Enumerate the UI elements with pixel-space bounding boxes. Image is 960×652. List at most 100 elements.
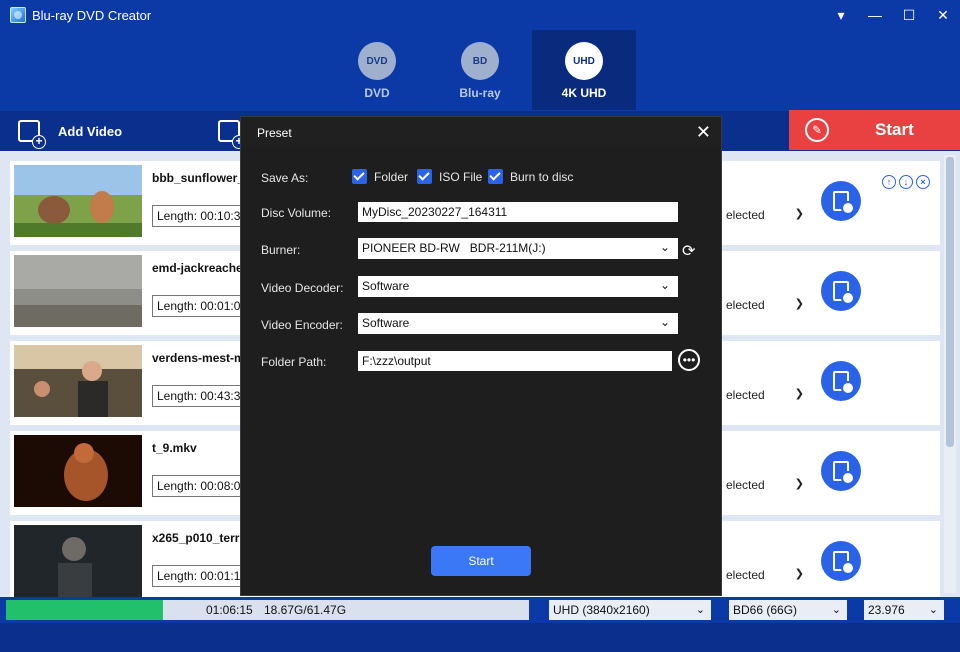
status-bar: 01:06:15 18.67G/61.47G UHD (3840x2160) ⌄ … [0,597,960,623]
edit-video-button[interactable] [821,451,861,491]
scrollbar[interactable] [944,155,956,593]
subtitle-select-value: elected [726,298,765,312]
add-video-button[interactable]: Add Video [18,111,122,151]
save-as-iso-checkbox[interactable]: ISO File [417,169,482,184]
chevron-down-icon: ⌄ [831,604,841,616]
folder-path-label: Folder Path: [261,355,327,369]
save-as-burn-checkbox[interactable]: Burn to disc [488,169,573,184]
checkbox-checked-icon [352,169,367,184]
video-thumbnail [14,255,142,327]
film-edit-icon [833,191,855,215]
chevron-down-icon: ❯ [794,478,804,490]
video-decoder-value: Software [362,279,410,293]
length-field: Length: 00:01:01 [152,295,244,317]
burner-select[interactable]: PIONEER BD-RW BDR-211M(J:) ⌄ [358,238,678,259]
video-encoder-value: Software [362,316,410,330]
edit-video-button[interactable] [821,181,861,221]
disc-usage-size: 18.67G/61.47G [264,603,347,617]
disc-usage-bar: 01:06:15 18.67G/61.47G [6,600,529,620]
edit-video-button[interactable] [821,541,861,581]
film-edit-icon [833,281,855,305]
tab-dvd-label: DVD [364,86,390,100]
disc-volume-input[interactable] [358,202,678,222]
dvd-disc-icon: DVD [358,42,396,80]
remove-icon[interactable]: × [916,175,930,189]
start-button[interactable]: ✎ Start [789,110,960,150]
scrollbar-thumb[interactable] [946,157,954,447]
resolution-select[interactable]: UHD (3840x2160) ⌄ [549,600,711,620]
tab-4k-uhd[interactable]: UHD 4K UHD [532,30,636,110]
file-name: x265_p010_terr [152,531,240,545]
save-as-label: Save As: [261,171,309,185]
window-controls: ▾ — ☐ ✕ [824,0,960,30]
checkbox-checked-icon [417,169,432,184]
tab-dvd[interactable]: DVD DVD [325,30,429,110]
frame-rate-select[interactable]: 23.976 ⌄ [864,600,944,620]
uhd-disc-icon: UHD [565,42,603,80]
add-video-icon [18,120,46,149]
video-encoder-label: Video Encoder: [261,318,343,332]
subtitle-select-value: elected [726,208,765,222]
subtitle-select[interactable]: elected ❯ [726,295,806,317]
video-encoder-select[interactable]: Software ⌄ [358,313,678,334]
edit-video-button[interactable] [821,271,861,311]
add-image-icon [218,120,246,149]
folder-path-input[interactable] [358,351,672,371]
file-name: verdens-mest-m [152,351,245,365]
chevron-down-icon: ❯ [794,568,804,580]
file-name: t_9.mkv [152,441,197,455]
maximize-icon[interactable]: ☐ [892,0,926,30]
subtitle-select[interactable]: elected ❯ [726,565,806,587]
preset-start-button[interactable]: Start [431,546,531,576]
file-name: emd-jackreache [152,261,243,275]
resolution-value: UHD (3840x2160) [553,603,650,617]
subtitle-select[interactable]: elected ❯ [726,205,806,227]
checkbox-label: Folder [374,169,409,184]
chevron-down-icon: ⌄ [928,604,938,616]
disc-volume-label: Disc Volume: [261,206,332,220]
chevron-down-icon: ⌄ [659,315,670,329]
menu-dropdown-icon[interactable]: ▾ [824,0,858,30]
frame-rate-value: 23.976 [868,603,905,617]
edit-video-button[interactable] [821,361,861,401]
disc-usage-fill [6,600,163,620]
video-decoder-label: Video Decoder: [261,281,344,295]
checkbox-label: Burn to disc [510,169,574,184]
preset-dialog-header: Preset ✕ [241,117,721,147]
minimize-icon[interactable]: — [858,0,892,30]
move-up-icon[interactable]: ↑ [882,175,896,189]
tab-bluray-label: Blu-ray [459,86,501,100]
save-as-folder-checkbox[interactable]: Folder [352,169,408,184]
bottom-strip [0,623,960,652]
film-edit-icon [833,371,855,395]
length-field: Length: 00:01:15 [152,565,244,587]
file-name: bbb_sunflower_ [152,171,245,185]
move-down-icon[interactable]: ↓ [899,175,913,189]
chevron-down-icon: ⌄ [659,278,670,292]
checkbox-label: ISO File [439,169,483,184]
length-field: Length: 00:10:34 [152,205,244,227]
add-video-label: Add Video [58,123,123,139]
disc-type-select[interactable]: BD66 (66G) ⌄ [729,600,847,620]
video-thumbnail [14,435,142,507]
browse-more-icon[interactable]: ••• [678,349,700,371]
disc-type-value: BD66 (66G) [733,603,798,617]
length-field: Length: 00:08:04 [152,475,244,497]
burner-value: PIONEER BD-RW BDR-211M(J:) [362,241,546,255]
subtitle-select[interactable]: elected ❯ [726,475,806,497]
bluray-disc-icon: BD [461,42,499,80]
subtitle-select-value: elected [726,478,765,492]
video-decoder-select[interactable]: Software ⌄ [358,276,678,297]
film-edit-icon [833,551,855,575]
close-icon[interactable]: ✕ [926,0,960,30]
tab-bluray[interactable]: BD Blu-ray [428,30,532,110]
subtitle-select[interactable]: elected ❯ [726,385,806,407]
video-thumbnail [14,345,142,417]
refresh-icon[interactable]: ⟳ [682,241,695,261]
preset-dialog: Preset ✕ Save As: Folder ISO File Burn t… [240,116,722,596]
start-button-label: Start [875,120,914,139]
app-title: Blu-ray DVD Creator [32,7,152,23]
close-icon[interactable]: ✕ [696,122,711,143]
row-controls: ↑ ↓ × [882,175,930,189]
app-icon [10,7,26,23]
